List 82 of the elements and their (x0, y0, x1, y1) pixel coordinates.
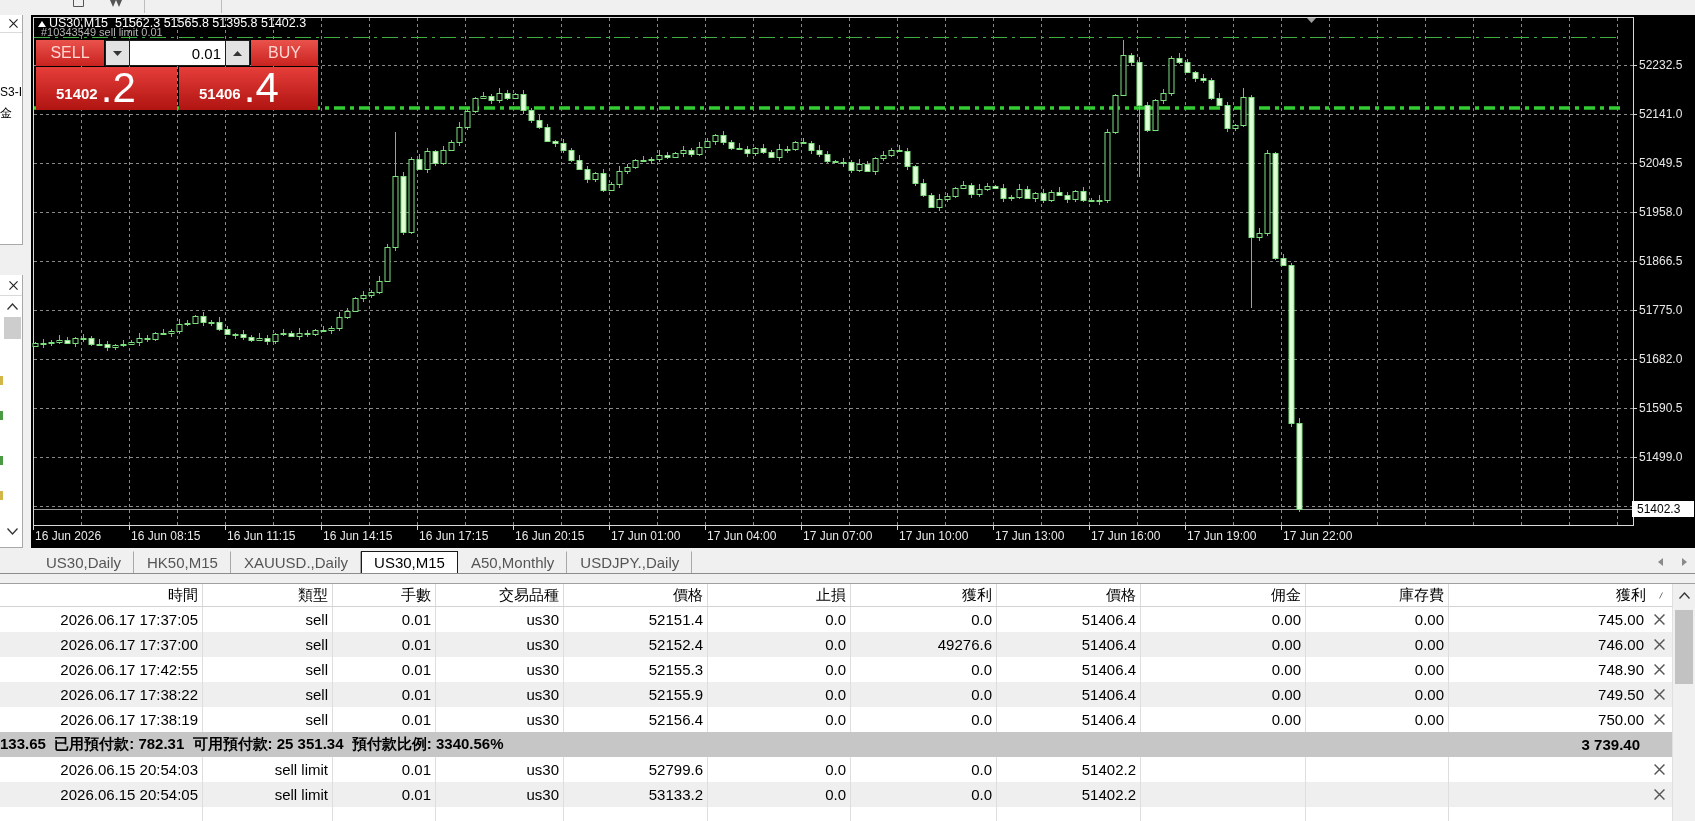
shift-marker-icon[interactable] (1307, 18, 1316, 23)
order-label: #10343549 sell limit 0.01 (41, 27, 163, 37)
buy-price-button[interactable]: 51406.4 (179, 67, 318, 110)
time-label: 17 Jun 13:00 (995, 529, 1065, 543)
chevron-up-icon[interactable] (1678, 592, 1690, 599)
caret-up-icon (233, 50, 242, 56)
close-icon[interactable] (1654, 789, 1665, 800)
volume-down-button[interactable] (106, 41, 129, 65)
price-label: 52049.5 (1639, 156, 1683, 170)
column-header[interactable]: 庫存費 (1306, 584, 1449, 606)
price-label: 51866.5 (1639, 254, 1683, 268)
column-header[interactable]: 手數 (333, 584, 436, 606)
profit-value: 745.00 (1598, 611, 1644, 628)
column-header[interactable]: 時間 (0, 584, 203, 606)
triangle-icon[interactable] (38, 20, 46, 27)
item-label[interactable]: 金 (0, 106, 22, 120)
chart-tab[interactable]: US30,M15 (361, 551, 458, 573)
price-label: 52141.0 (1639, 107, 1683, 121)
price-label: 51775.0 (1639, 303, 1683, 317)
time-label: 16 Jun 2026 (35, 529, 102, 543)
time-label: 16 Jun 14:15 (323, 529, 393, 543)
close-icon[interactable] (9, 19, 18, 28)
total-profit: 3 739.40 (1581, 736, 1640, 753)
price-label: 51590.5 (1639, 401, 1683, 415)
table-row[interactable]: 2026.06.17 17:37:05 sell 0.01 us30 52151.4 0.0 0.0 51406.4 0.00 0.00 745.00 (0, 607, 1672, 632)
price-label: 51499.0 (1639, 450, 1683, 464)
column-header[interactable]: 獲利 (1616, 585, 1646, 605)
column-header[interactable]: 止損 (708, 584, 851, 606)
price-label: 52232.5 (1639, 58, 1683, 72)
time-label: 16 Jun 11:15 (227, 529, 296, 543)
profit-value: 750.00 (1598, 711, 1644, 728)
close-icon[interactable] (1654, 689, 1665, 700)
close-icon[interactable] (1654, 764, 1665, 775)
time-label: 16 Jun 17:15 (419, 529, 489, 543)
frame-icon[interactable] (73, 0, 84, 7)
time-label: 17 Jun 22:00 (1283, 529, 1353, 543)
column-header[interactable]: 類型 (203, 584, 333, 606)
time-label: 17 Jun 07:00 (803, 529, 873, 543)
chart-tab[interactable]: HK50,M15 (134, 551, 231, 573)
close-icon[interactable] (1654, 639, 1665, 650)
chevron-up-icon[interactable] (7, 302, 18, 310)
item-label[interactable]: S3-I (0, 85, 22, 99)
close-icon[interactable] (1654, 614, 1665, 625)
arrows-icon[interactable] (109, 0, 123, 8)
close-icon[interactable] (9, 280, 18, 290)
caret-down-icon (113, 50, 122, 56)
profit-value: 746.00 (1598, 636, 1644, 653)
table-row[interactable]: 2026.06.17 17:38:19 sell 0.01 us30 52156.4 0.0 0.0 51406.4 0.00 0.00 750.00 (0, 707, 1672, 732)
chart-tab[interactable]: US30,Daily (33, 551, 135, 573)
time-label: 17 Jun 16:00 (1091, 529, 1161, 543)
price-label: 51682.0 (1639, 352, 1683, 366)
close-icon[interactable] (1654, 664, 1665, 675)
column-header[interactable]: 獲利 (851, 584, 997, 606)
account-summary: 133.65 已用預付款: 782.31 可用預付款: 25 351.34 預付款比例: 3340.56% (0, 735, 504, 754)
left-arrow-icon[interactable] (1658, 558, 1663, 566)
table-row[interactable]: 2026.06.15 20:54:03 sell limit 0.01 us30 52799.6 0.0 0.0 51402.2 (0, 757, 1672, 782)
column-header[interactable]: 價格 (997, 584, 1141, 606)
table-row[interactable]: 2026.06.17 17:42:55 sell 0.01 us30 52155.3 0.0 0.0 51406.4 0.00 0.00 748.90 (0, 657, 1672, 682)
profit-value: 749.50 (1598, 686, 1644, 703)
profit-value: 748.90 (1598, 661, 1644, 678)
column-header[interactable]: 交易品種 (436, 584, 564, 606)
time-label: 16 Jun 20:15 (515, 529, 585, 543)
column-header[interactable]: 價格 (564, 584, 708, 606)
sort-icon[interactable] (1659, 591, 1663, 599)
column-header[interactable]: 佣金 (1141, 584, 1306, 606)
time-label: 17 Jun 10:00 (899, 529, 969, 543)
scrollbar-thumb[interactable] (4, 317, 21, 339)
chevron-down-icon[interactable] (7, 527, 18, 535)
scrollbar-thumb[interactable] (1675, 610, 1693, 684)
close-icon[interactable] (1654, 714, 1665, 725)
sell-price-button[interactable]: 51402.2 (36, 67, 177, 110)
volume-up-button[interactable] (226, 41, 249, 65)
time-label: 16 Jun 08:15 (131, 529, 201, 543)
time-label: 17 Jun 01:00 (611, 529, 681, 543)
chart-tab[interactable]: USDJPY.,Daily (567, 551, 693, 573)
time-label: 17 Jun 19:00 (1187, 529, 1257, 543)
chart-tab[interactable]: A50,Monthly (457, 551, 568, 573)
time-label: 17 Jun 04:00 (707, 529, 777, 543)
right-arrow-icon[interactable] (1682, 558, 1687, 566)
current-price-label: 51402.3 (1632, 501, 1694, 517)
price-label: 51958.0 (1639, 205, 1683, 219)
volume-field[interactable]: 0.01 (130, 41, 225, 65)
